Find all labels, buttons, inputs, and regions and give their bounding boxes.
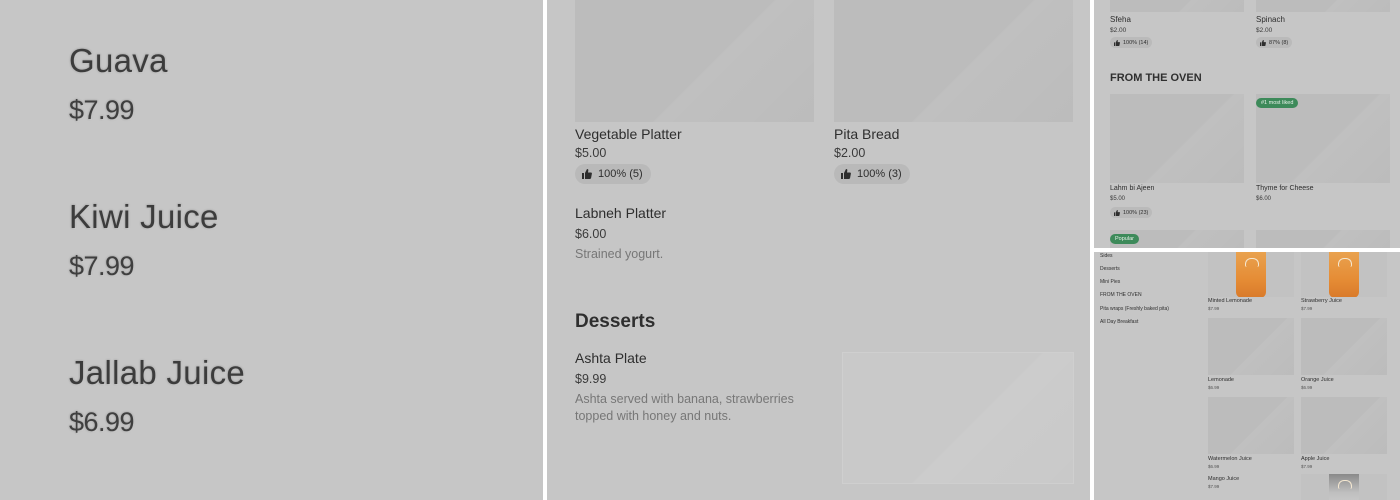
item-image: [1208, 397, 1294, 454]
most-liked-badge: #1 most liked: [1256, 98, 1299, 108]
item-price: $7.99: [1208, 306, 1220, 311]
thumbs-up-icon: [1114, 209, 1120, 216]
rating-badge: 100% (5): [575, 164, 651, 184]
item-image: [575, 0, 814, 122]
item-price: $9.99: [575, 372, 607, 386]
sidebar-item-mini-pies[interactable]: Mini Pies: [1100, 279, 1120, 285]
item-name: Thyme for Cheese: [1256, 185, 1314, 192]
rating-text: 100% (14): [1123, 39, 1149, 46]
popular-badge: Popular: [1110, 234, 1139, 244]
item-price: $5.00: [575, 146, 607, 160]
item-image: [1256, 0, 1390, 12]
rating-badge: 100% (23): [1110, 207, 1153, 218]
thumbs-up-icon: [841, 169, 851, 179]
item-price: $6.99: [69, 407, 135, 437]
item-price: $7.99: [69, 251, 135, 281]
item-image: [1208, 318, 1294, 375]
item-price: $7.99: [1208, 484, 1220, 489]
item-image[interactable]: [1256, 230, 1390, 248]
item-name: Ashta Plate: [575, 350, 647, 366]
item-price: $6.00: [1256, 196, 1272, 202]
sidebar-item-sides[interactable]: Sides: [1100, 253, 1113, 259]
item-name: Kiwi Juice: [69, 198, 219, 235]
item-name: Spinach: [1256, 15, 1285, 24]
item-image[interactable]: [1301, 474, 1387, 500]
rating-text: 100% (3): [857, 168, 902, 180]
item-image: [1110, 0, 1244, 12]
thumbs-up-icon: [1260, 39, 1266, 46]
item-name: Pita Bread: [834, 126, 900, 142]
rating-text: 87% (8): [1269, 39, 1289, 46]
menu-list-panel: Vegetable Platter $5.00 100% (5) Pita Br…: [547, 0, 1090, 500]
item-name: Watermelon Juice: [1208, 456, 1252, 462]
rating-badge: 87% (8): [1256, 37, 1293, 48]
item-name: Labneh Platter: [575, 205, 667, 221]
item-price: $7.99: [69, 95, 135, 125]
item-image: [842, 352, 1074, 484]
thumbs-up-icon: [582, 169, 592, 179]
item-price: $7.99: [1301, 306, 1313, 311]
item-description: Strained yogurt.: [575, 247, 664, 261]
item-image: [834, 0, 1073, 122]
rating-badge: 100% (3): [834, 164, 910, 184]
item-name: Minted Lemonade: [1208, 298, 1253, 304]
item-name: Sfeha: [1110, 15, 1131, 24]
item-name: Vegetable Platter: [575, 126, 682, 142]
sidebar-item-from-the-oven[interactable]: FROM THE OVEN: [1100, 292, 1142, 298]
item-image: [1208, 252, 1294, 297]
item-name: Apple Juice: [1301, 456, 1330, 462]
sidebar-item-desserts[interactable]: Desserts: [1100, 266, 1120, 272]
item-name: Lahm bi Ajeen: [1110, 185, 1155, 192]
item-image: [1301, 252, 1387, 297]
item-image: [1110, 94, 1244, 183]
item-price: $2.00: [1256, 27, 1273, 34]
item-image: [1301, 318, 1387, 375]
sidebar-item-pita-wraps[interactable]: Pita wraps (Freshly baked pita): [1100, 306, 1169, 312]
item-price: $6.99: [1208, 464, 1220, 469]
section-heading-from-the-oven: FROM THE OVEN: [1110, 72, 1202, 84]
drinks-panel: Sides Desserts Mini Pies FROM THE OVEN P…: [1094, 252, 1400, 500]
item-price: $6.99: [1208, 385, 1220, 390]
item-price: $2.00: [834, 146, 866, 160]
item-name: Lemonade: [1208, 377, 1234, 383]
item-price: $5.00: [1110, 196, 1126, 202]
item-price: $6.00: [575, 227, 607, 241]
zoomed-menu-panel: Guava $7.99 Kiwi Juice $7.99 Jallab Juic…: [0, 0, 543, 500]
item-price: $7.99: [1301, 464, 1313, 469]
rating-text: 100% (23): [1123, 209, 1149, 216]
thumbs-up-icon: [1114, 39, 1120, 46]
item-description: Ashta served with banana, strawberries t…: [575, 392, 794, 423]
item-name: Strawberry Juice: [1301, 298, 1342, 304]
item-name: Mango Juice: [1208, 476, 1240, 482]
from-the-oven-panel: Sfeha $2.00 100% (14) Spinach $2.00 87% …: [1094, 0, 1400, 248]
item-name: Orange Juice: [1301, 377, 1334, 383]
item-price: $6.99: [1301, 385, 1313, 390]
item-image: [1301, 397, 1387, 454]
sidebar-item-all-day-breakfast[interactable]: All Day Breakfast: [1100, 319, 1138, 325]
item-name: Jallab Juice: [69, 354, 246, 391]
rating-text: 100% (5): [598, 168, 643, 180]
item-price: $2.00: [1110, 27, 1127, 34]
section-heading-desserts: Desserts: [575, 311, 656, 332]
rating-badge: 100% (14): [1110, 37, 1153, 48]
item-name: Guava: [69, 42, 168, 79]
